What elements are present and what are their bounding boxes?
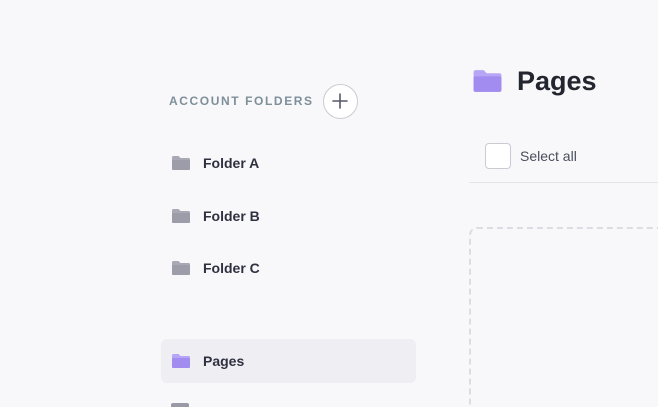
- sidebar-item-folder-a[interactable]: Folder A: [161, 141, 416, 185]
- folder-icon: [172, 156, 190, 170]
- sidebar-item-label: Pages: [203, 353, 245, 369]
- add-folder-button[interactable]: [322, 83, 358, 119]
- sidebar-heading: ACCOUNT FOLDERS: [169, 94, 314, 108]
- sidebar-item-label: Folder A: [203, 155, 260, 171]
- sidebar-item-partial[interactable]: [171, 403, 189, 407]
- sidebar-item-label: Folder C: [203, 260, 260, 276]
- folder-icon: [473, 70, 502, 92]
- folder-icon: [172, 354, 190, 368]
- selection-toolbar: Select all: [469, 130, 658, 183]
- select-all-label[interactable]: Select all: [520, 148, 577, 164]
- sidebar-item-folder-c[interactable]: Folder C: [161, 246, 416, 290]
- sidebar-item-label: Folder B: [203, 208, 260, 224]
- plus-icon: [332, 93, 348, 109]
- folder-icon: [172, 261, 190, 275]
- page-title: Pages: [517, 65, 597, 96]
- app-window: ACCOUNT FOLDERS Folder A Folder B Folder…: [0, 0, 658, 407]
- page-header: Pages: [472, 62, 597, 100]
- drop-zone[interactable]: [469, 227, 658, 407]
- sidebar-item-folder-b[interactable]: Folder B: [161, 194, 416, 238]
- folder-icon: [172, 209, 190, 223]
- sidebar-item-pages[interactable]: Pages: [161, 339, 416, 383]
- sidebar-header: ACCOUNT FOLDERS: [169, 83, 358, 119]
- select-all-checkbox[interactable]: [485, 143, 511, 169]
